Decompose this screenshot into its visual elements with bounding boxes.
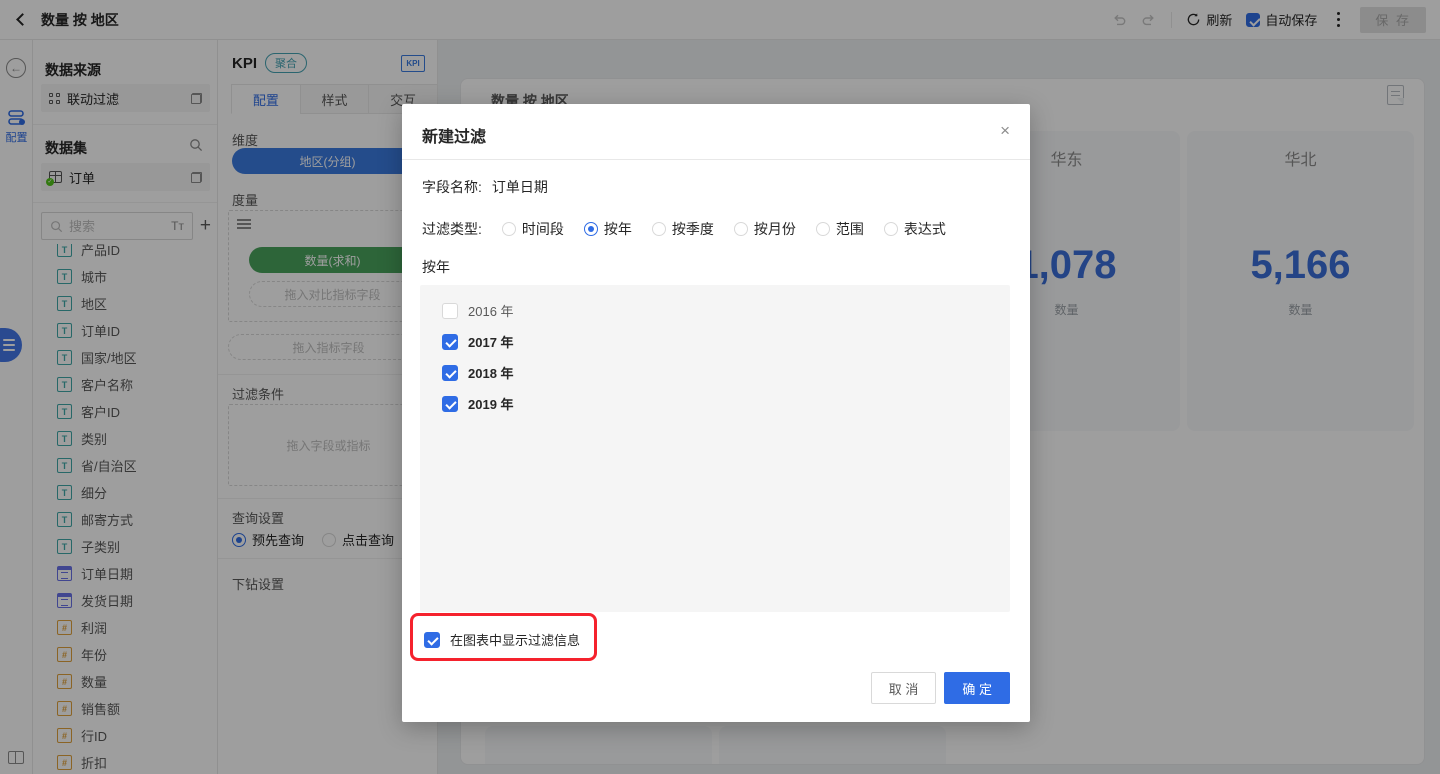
modal-header: 新建过滤 ×: [402, 104, 1030, 160]
app-root: 数量 按 地区 刷新 自动保存 保 存 ←: [0, 0, 1440, 774]
checkbox-2018[interactable]: [442, 365, 458, 381]
confirm-button[interactable]: 确 定: [944, 672, 1010, 704]
by-year-section-title: 按年: [422, 257, 450, 277]
year-option-2016[interactable]: 2016 年: [420, 295, 1010, 326]
new-filter-modal: 新建过滤 × 字段名称:订单日期 过滤类型: 时间段 按年 按季度 按月份 范围…: [402, 104, 1030, 722]
checkbox-2017[interactable]: [442, 334, 458, 350]
show-filter-info-row[interactable]: 在图表中显示过滤信息: [424, 630, 580, 649]
modal-footer: 取 消 确 定: [871, 672, 1010, 704]
radio-by-quarter[interactable]: 按季度: [652, 219, 714, 239]
cancel-button[interactable]: 取 消: [871, 672, 937, 704]
year-option-2019[interactable]: 2019 年: [420, 388, 1010, 419]
year-option-2017[interactable]: 2017 年: [420, 326, 1010, 357]
field-name-row: 字段名称:订单日期: [422, 177, 548, 197]
checkbox-2019[interactable]: [442, 396, 458, 412]
radio-by-year[interactable]: 按年: [584, 219, 632, 239]
filter-type-label: 过滤类型:: [422, 219, 482, 239]
radio-time-range[interactable]: 时间段: [502, 219, 564, 239]
filter-type-row: 过滤类型: 时间段 按年 按季度 按月份 范围 表达式: [422, 219, 946, 239]
modal-title: 新建过滤: [422, 123, 486, 147]
radio-by-month[interactable]: 按月份: [734, 219, 796, 239]
radio-range[interactable]: 范围: [816, 219, 864, 239]
radio-expression[interactable]: 表达式: [884, 219, 946, 239]
year-list: 2016 年 2017 年 2018 年 2019 年: [420, 285, 1010, 612]
show-filter-info-checkbox[interactable]: [424, 632, 440, 648]
field-name-value: 订单日期: [492, 179, 548, 195]
close-icon[interactable]: ×: [1000, 121, 1010, 141]
year-option-2018[interactable]: 2018 年: [420, 357, 1010, 388]
checkbox-2016[interactable]: [442, 303, 458, 319]
